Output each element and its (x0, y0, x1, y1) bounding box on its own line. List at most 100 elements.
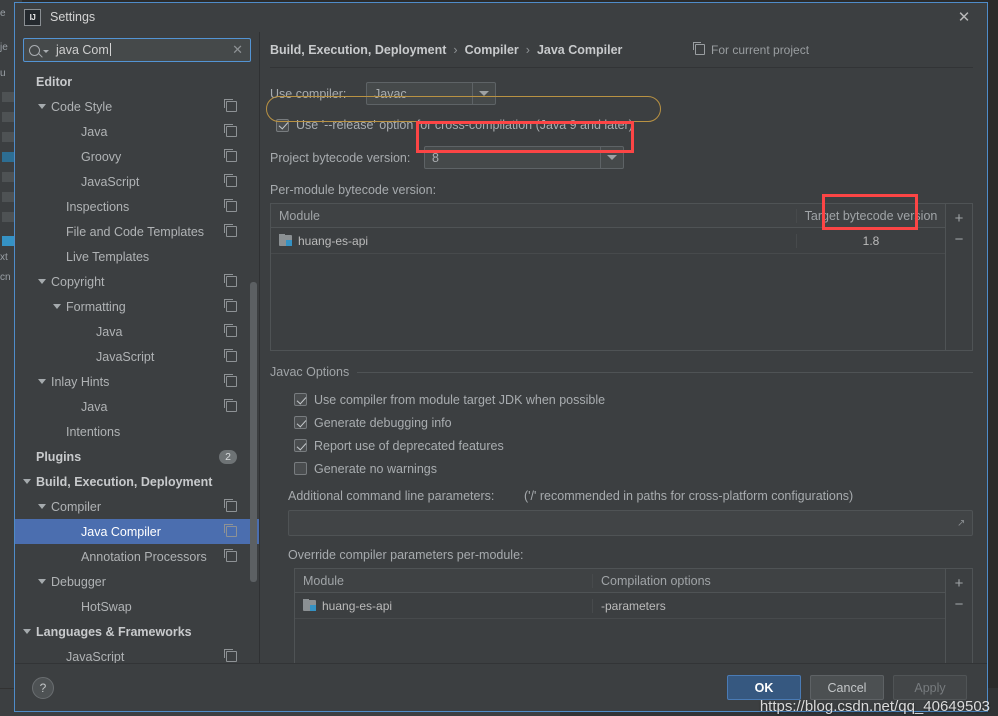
search-dropdown-icon[interactable] (43, 50, 49, 53)
copy-settings-icon[interactable] (224, 149, 237, 162)
remove-override-button[interactable]: − (955, 594, 964, 615)
sidebar-item-code-style[interactable]: Code Style (15, 94, 259, 119)
cancel-button[interactable]: Cancel (810, 675, 884, 700)
ok-button[interactable]: OK (727, 675, 801, 700)
bg-label-4: cn (0, 272, 11, 283)
copy-settings-icon[interactable] (224, 399, 237, 412)
sidebar-item-intentions[interactable]: Intentions (15, 419, 259, 444)
expand-icon[interactable]: ↗ (957, 518, 966, 529)
javac-option-row: Generate no warnings (294, 457, 973, 480)
copy-settings-icon[interactable] (224, 224, 237, 237)
copy-settings-icon[interactable] (224, 274, 237, 287)
additional-params-input[interactable]: ↗ (288, 510, 973, 536)
copy-settings-icon[interactable] (224, 349, 237, 362)
sidebar-item-file-and-code-templates[interactable]: File and Code Templates (15, 219, 259, 244)
sidebar-item-plugins[interactable]: Plugins 2 (15, 444, 259, 469)
copy-settings-icon[interactable] (224, 524, 237, 537)
sidebar-item-java[interactable]: Java (15, 119, 259, 144)
chevron-down-icon[interactable] (23, 479, 31, 484)
clear-search-icon[interactable]: ✕ (230, 42, 245, 58)
breadcrumb-part-3: Java Compiler (536, 42, 623, 57)
sidebar-scrollbar[interactable] (250, 282, 257, 582)
remove-module-button[interactable]: − (955, 229, 964, 250)
chevron-down-icon[interactable] (38, 579, 46, 584)
sidebar-item-compiler[interactable]: Compiler (15, 494, 259, 519)
sidebar-item-javascript[interactable]: JavaScript (15, 344, 259, 369)
sidebar-item-groovy[interactable]: Groovy (15, 144, 259, 169)
copy-settings-icon[interactable] (224, 124, 237, 137)
copy-settings-icon[interactable] (224, 549, 237, 562)
copy-settings-icon[interactable] (224, 174, 237, 187)
sidebar-item-inspections[interactable]: Inspections (15, 194, 259, 219)
sidebar-item-java-compiler[interactable]: Java Compiler (15, 519, 259, 544)
sidebar-item-build-execution-deployment[interactable]: Build, Execution, Deployment (15, 469, 259, 494)
chevron-down-icon[interactable] (38, 504, 46, 509)
sidebar-item-debugger[interactable]: Debugger (15, 569, 259, 594)
copy-settings-icon[interactable] (224, 199, 237, 212)
search-input[interactable]: java Com ✕ (23, 38, 251, 62)
sidebar-item-copyright[interactable]: Copyright (15, 269, 259, 294)
table-row[interactable]: huang-es-api 1.8 (271, 228, 945, 254)
javac-option-checkbox[interactable] (294, 416, 307, 429)
bytecode-col-module[interactable]: Module (271, 209, 796, 223)
sidebar-item-live-templates[interactable]: Live Templates (15, 244, 259, 269)
override-params-label: Override compiler parameters per-module: (288, 548, 524, 562)
override-cell-options[interactable]: -parameters (592, 598, 945, 613)
bytecode-module-name: huang-es-api (298, 233, 369, 248)
chevron-down-icon[interactable] (38, 104, 46, 109)
sidebar-item-label: Java (81, 399, 108, 414)
copy-settings-icon[interactable] (224, 649, 237, 662)
javac-option-row: Use compiler from module target JDK when… (294, 388, 973, 411)
use-compiler-row: Use compiler: Javac (270, 82, 973, 105)
add-override-button[interactable]: + (955, 573, 964, 594)
sidebar-item-formatting[interactable]: Formatting (15, 294, 259, 319)
chevron-down-icon[interactable] (38, 279, 46, 284)
chevron-down-icon[interactable] (38, 379, 46, 384)
breadcrumb-part-2[interactable]: Compiler (465, 43, 519, 57)
additional-params-label: Additional command line parameters: (288, 489, 495, 503)
javac-option-checkbox[interactable] (294, 439, 307, 452)
copy-settings-icon[interactable] (224, 99, 237, 112)
bytecode-cell-target[interactable]: 1.8 (796, 233, 945, 248)
copy-settings-icon[interactable] (224, 499, 237, 512)
copy-settings-icon[interactable] (224, 299, 237, 312)
release-option-checkbox[interactable] (276, 118, 289, 132)
javac-option-checkbox[interactable] (294, 393, 307, 406)
javac-option-label: Generate no warnings (314, 461, 437, 476)
chevron-down-icon[interactable] (23, 629, 31, 634)
sidebar-item-javascript[interactable]: JavaScript (15, 169, 259, 194)
copy-settings-icon[interactable] (224, 374, 237, 387)
copy-settings-icon[interactable] (224, 324, 237, 337)
bytecode-table-header: Module Target bytecode version (271, 204, 945, 228)
override-col-options[interactable]: Compilation options (592, 573, 945, 588)
use-compiler-select[interactable]: Javac (366, 82, 496, 105)
sidebar-item-javascript[interactable]: JavaScript (15, 644, 259, 663)
sidebar-item-label: HotSwap (81, 599, 132, 614)
javac-options-checkbox-list: Use compiler from module target JDK when… (294, 388, 973, 480)
sidebar-item-label: Inspections (66, 199, 130, 214)
sidebar-item-java[interactable]: Java (15, 319, 259, 344)
sidebar-item-hotswap[interactable]: HotSwap (15, 594, 259, 619)
sidebar-item-editor[interactable]: Editor (15, 69, 259, 94)
project-bytecode-select[interactable]: 8 (424, 146, 624, 169)
sidebar-item-languages-frameworks[interactable]: Languages & Frameworks (15, 619, 259, 644)
sidebar-item-label: Copyright (51, 274, 105, 289)
javac-options-label: Javac Options (270, 365, 350, 379)
sidebar-item-inlay-hints[interactable]: Inlay Hints (15, 369, 259, 394)
per-module-bytecode-label: Per-module bytecode version: (270, 183, 437, 197)
override-col-module[interactable]: Module (295, 574, 592, 588)
chevron-down-icon[interactable] (53, 304, 61, 309)
sidebar-item-label: Formatting (66, 299, 126, 314)
breadcrumb-part-1[interactable]: Build, Execution, Deployment (270, 43, 446, 57)
bg-label-2: u (0, 68, 6, 79)
sidebar-item-annotation-processors[interactable]: Annotation Processors (15, 544, 259, 569)
bytecode-col-target[interactable]: Target bytecode version (796, 208, 945, 223)
help-button[interactable]: ? (32, 676, 54, 699)
table-row[interactable]: huang-es-api -parameters (295, 593, 945, 619)
javac-option-checkbox[interactable] (294, 462, 307, 475)
sidebar-item-java[interactable]: Java (15, 394, 259, 419)
close-icon[interactable]: ✕ (941, 3, 987, 31)
override-table-actions: + − (945, 569, 972, 663)
add-module-button[interactable]: + (955, 208, 964, 229)
bg-label-3: xt (0, 252, 8, 263)
